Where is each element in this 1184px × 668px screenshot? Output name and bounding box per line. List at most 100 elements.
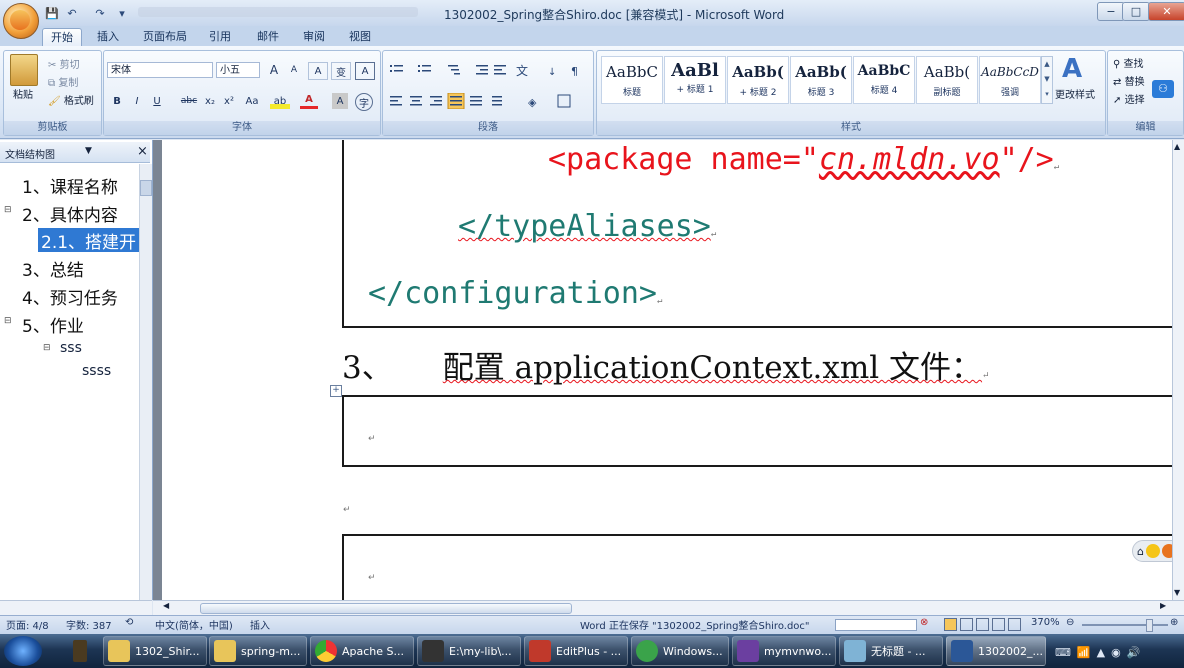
highlight-button[interactable]: ab (270, 93, 290, 109)
view-buttons[interactable] (944, 618, 1024, 631)
nav-item-course-name[interactable]: 1、课程名称 (22, 173, 118, 198)
clear-format-button[interactable]: A (308, 62, 328, 80)
change-styles-button[interactable]: 更改样式 (1055, 86, 1095, 101)
format-painter-button[interactable]: 🖌 格式刷 (48, 92, 94, 107)
scroll-right-icon[interactable]: ▶ (1160, 601, 1166, 610)
close-button[interactable]: ✕ (1148, 2, 1184, 21)
superscript-button[interactable]: x² (221, 93, 237, 109)
find-button[interactable]: ⚲ 查找 (1113, 55, 1144, 70)
scroll-down-icon[interactable]: ▼ (1174, 588, 1180, 597)
style-subtitle[interactable]: AaBb(副标题 (916, 56, 978, 104)
tab-home[interactable]: 开始 (42, 28, 82, 47)
taskbar-item[interactable]: spring-m... (209, 636, 307, 666)
paste-button[interactable]: 粘贴 (13, 86, 33, 101)
draft-icon[interactable] (1008, 618, 1021, 631)
document-map-title[interactable]: 文档结构图 (5, 146, 55, 161)
network-icon[interactable]: 📶 (1077, 646, 1091, 659)
taskbar-item[interactable]: EditPlus - ... (524, 636, 628, 666)
tray-app-icon[interactable]: ◉ (1111, 646, 1121, 659)
character-shading-button[interactable]: A (332, 93, 348, 109)
tray-arrow-icon[interactable]: ▲ (1097, 646, 1105, 659)
chevron-down-icon[interactable]: ▼ (85, 146, 92, 156)
zoom-out-icon[interactable]: ⊖ (1066, 617, 1074, 628)
volume-icon[interactable]: 🔊 (1127, 646, 1141, 659)
redo-icon[interactable]: ↷ (92, 5, 108, 21)
style-title[interactable]: AaBbC 标题 (601, 56, 663, 104)
nav-item-ssss[interactable]: ssss (82, 363, 111, 379)
zoom-in-icon[interactable]: ⊕ (1170, 617, 1178, 628)
scroll-left-icon[interactable]: ◀ (163, 601, 169, 610)
nav-item-content[interactable]: 2、具体内容 (22, 201, 118, 226)
taskbar-item[interactable]: 无标题 - ... (839, 636, 943, 666)
office-button[interactable] (3, 3, 39, 39)
nav-item-sss[interactable]: sss (60, 340, 82, 356)
tab-view[interactable]: 视图 (340, 28, 380, 46)
grow-font-button[interactable]: A (266, 62, 282, 78)
close-pane-button[interactable]: × (137, 144, 148, 159)
nav-hscrollbar[interactable] (0, 600, 152, 615)
italic-button[interactable]: I (130, 93, 144, 109)
character-border-button[interactable]: A (355, 62, 375, 80)
nav-item-summary[interactable]: 3、总结 (22, 256, 84, 281)
vertical-scrollbar[interactable] (1172, 140, 1184, 600)
outline-icon[interactable] (992, 618, 1005, 631)
collapse-icon[interactable]: ⊟ (4, 205, 12, 215)
select-button[interactable]: ➚ 选择 (1113, 91, 1145, 106)
customize-quick-access-icon[interactable]: ▾ (114, 5, 130, 21)
styles-scroll[interactable]: ▲ ▼ ▾ (1041, 56, 1053, 104)
font-size-select[interactable]: 小五 (216, 62, 260, 78)
taskbar-item[interactable]: mymvnwo... (732, 636, 836, 666)
font-name-select[interactable]: 宋体 (107, 62, 213, 78)
print-layout-icon[interactable] (944, 618, 957, 631)
smile-icon[interactable] (1145, 544, 1160, 558)
zoom-slider-thumb[interactable] (1146, 619, 1153, 632)
proofing-icon[interactable]: ⟲ (125, 617, 133, 628)
empty-table-cell[interactable] (342, 395, 1174, 467)
zoom-level[interactable]: 370% (1031, 617, 1060, 628)
copy-button[interactable]: ⧉ 复制 (48, 74, 78, 89)
tab-review[interactable]: 审阅 (294, 28, 334, 46)
cancel-save-icon[interactable]: ⊗ (920, 617, 928, 628)
style-heading-4[interactable]: AaBbC 标题 4 (853, 56, 915, 104)
undo-icon[interactable]: ↶ (64, 5, 80, 21)
language-indicator[interactable]: 中文(简体，中国) (155, 617, 233, 632)
table-move-handle-icon[interactable]: + (330, 385, 342, 397)
nav-item-setup-selected[interactable]: 2.1、搭建开 (38, 228, 139, 252)
maximize-button[interactable]: □ (1122, 2, 1150, 21)
start-button[interactable] (4, 636, 42, 666)
cut-button[interactable]: ✂ 剪切 (48, 56, 80, 71)
style-heading-3[interactable]: AaBb(标题 3 (790, 56, 852, 104)
collapse-icon[interactable]: ⊟ (43, 343, 51, 353)
style-emphasis[interactable]: AaBbCcD 强调 (979, 56, 1041, 104)
phonetic-guide-button[interactable]: 变 (331, 62, 351, 80)
taskbar-item[interactable]: 1302_Shir... (103, 636, 207, 666)
word-count[interactable]: 字数: 387 (66, 617, 112, 632)
pinned-app-icon[interactable] (62, 637, 98, 665)
web-layout-icon[interactable] (976, 618, 989, 631)
taskbar-item[interactable]: E:\my-lib\... (417, 636, 521, 666)
underline-button[interactable]: U (150, 93, 164, 109)
horizontal-scroll-thumb[interactable] (200, 603, 572, 614)
change-case-button[interactable]: Aa (242, 93, 262, 109)
cloud-sync-icon[interactable]: ⚇ (1152, 80, 1174, 98)
font-color-button[interactable]: A (300, 93, 318, 109)
tab-insert[interactable]: 插入 (88, 28, 128, 46)
list-indent-icons[interactable]: 文 ↓ ¶ (388, 62, 588, 78)
style-heading-2[interactable]: AaBb(+ 标题 2 (727, 56, 789, 104)
style-heading-1[interactable]: AaBl + 标题 1 (664, 56, 726, 104)
subscript-button[interactable]: x₂ (202, 93, 218, 109)
enclose-characters-button[interactable]: 字 (355, 93, 373, 111)
nav-scrollbar[interactable] (139, 164, 152, 600)
tab-references[interactable]: 引用 (200, 28, 240, 46)
keyboard-icon[interactable]: ⌨ (1055, 646, 1071, 659)
collapse-icon[interactable]: ⊟ (4, 316, 12, 326)
save-icon[interactable]: 💾 (44, 5, 60, 21)
minimize-button[interactable]: − (1097, 2, 1125, 21)
scroll-up-icon[interactable]: ▲ (1174, 142, 1180, 151)
shrink-font-button[interactable]: A (286, 62, 302, 78)
nav-scroll-thumb[interactable] (140, 180, 152, 196)
strikethrough-button[interactable]: abc (178, 93, 200, 109)
nav-item-homework[interactable]: 5、作业 (22, 312, 84, 337)
taskbar-item[interactable]: Apache S... (310, 636, 414, 666)
empty-table-cell[interactable] (342, 534, 1174, 602)
